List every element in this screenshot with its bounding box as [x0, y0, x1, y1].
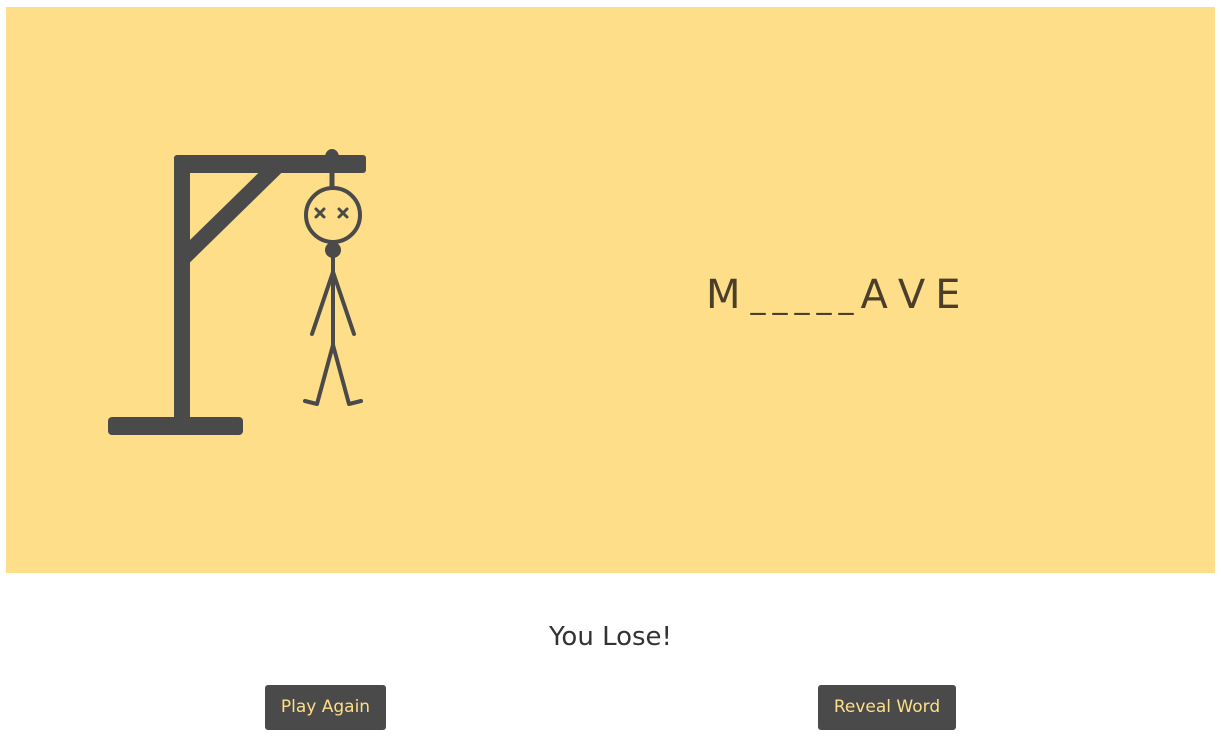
reveal-word-button[interactable]: Reveal Word — [818, 685, 956, 730]
hangman-drawing — [108, 149, 366, 435]
word-slot: V — [897, 272, 930, 318]
word-slot: _ — [750, 281, 766, 316]
word-display: M _ _ _ _ _ A V E — [706, 272, 971, 318]
figure-left-leg — [303, 343, 335, 406]
neck — [325, 242, 341, 258]
figure-head — [304, 186, 362, 244]
word-slot: _ — [838, 281, 854, 316]
word-slot: _ — [794, 281, 810, 316]
word-slot: _ — [772, 281, 788, 316]
x-eyes — [314, 207, 349, 219]
figure-left-arm — [310, 270, 335, 336]
word-slot: M — [706, 272, 745, 318]
game-stage: M _ _ _ _ _ A V E — [6, 7, 1215, 573]
figure-right-arm — [331, 270, 356, 336]
result-message: You Lose! — [549, 622, 672, 652]
figure-right-leg — [331, 343, 363, 406]
word-slot: _ — [816, 281, 832, 316]
rope-knot — [325, 149, 339, 165]
play-again-button[interactable]: Play Again — [265, 685, 386, 730]
word-slot: E — [935, 272, 965, 318]
gallows-pole — [174, 157, 190, 425]
gallows-brace — [176, 159, 284, 265]
word-slot: A — [860, 272, 892, 318]
